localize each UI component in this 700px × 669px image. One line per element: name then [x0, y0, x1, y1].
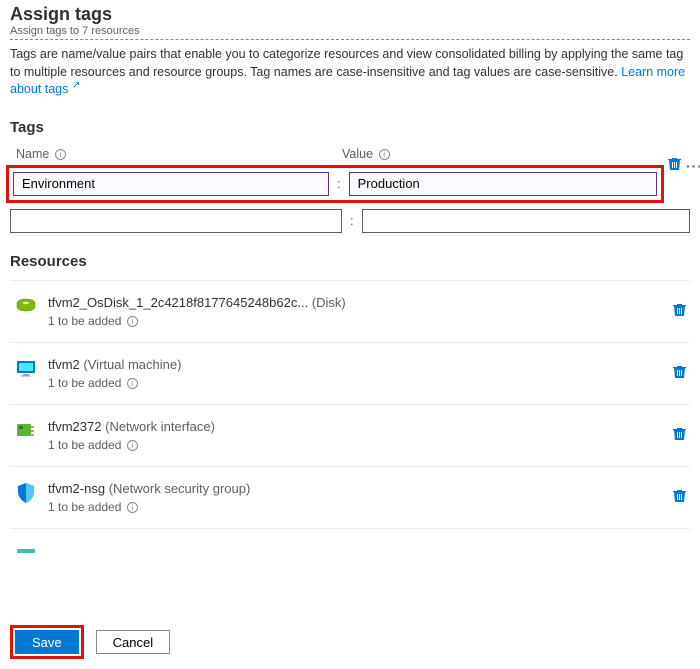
trash-icon[interactable]	[666, 157, 682, 174]
resource-name: tfvm2372	[48, 419, 101, 434]
info-icon[interactable]: i	[127, 316, 138, 327]
resource-name: tfvm2-nsg	[48, 481, 105, 496]
shield-icon	[16, 483, 36, 503]
resource-icon	[16, 541, 36, 553]
tag-value-input[interactable]	[362, 209, 690, 233]
tag-name-input[interactable]	[10, 209, 342, 233]
footer-actions: Save Cancel	[10, 625, 170, 659]
info-icon[interactable]: i	[55, 149, 66, 160]
separator: :	[335, 176, 343, 191]
disk-icon	[16, 297, 36, 317]
description: Tags are name/value pairs that enable yo…	[10, 46, 690, 99]
name-column-label: Name	[16, 147, 49, 161]
page-subtitle: Assign tags to 7 resources	[10, 25, 690, 40]
value-column-label: Value	[342, 147, 373, 161]
resource-item: tfvm2-nsg (Network security group) 1 to …	[10, 466, 690, 528]
resource-status: 1 to be added	[48, 438, 121, 452]
save-button[interactable]: Save	[15, 630, 79, 654]
resource-item: tfvm2_OsDisk_1_2c4218f8177645248b62c... …	[10, 280, 690, 342]
external-link-icon: ↗	[72, 80, 80, 91]
trash-icon[interactable]	[673, 427, 690, 444]
save-highlight: Save	[10, 625, 84, 659]
resource-status: 1 to be added	[48, 376, 121, 390]
info-icon[interactable]: i	[127, 502, 138, 513]
resources-list: tfvm2_OsDisk_1_2c4218f8177645248b62c... …	[10, 280, 690, 553]
assign-tags-panel: Assign tags Assign tags to 7 resources T…	[0, 0, 700, 553]
info-icon[interactable]: i	[127, 440, 138, 451]
resource-item: tfvm2 (Virtual machine) 1 to be added i	[10, 342, 690, 404]
tag-row-empty: :	[10, 209, 690, 233]
trash-icon[interactable]	[673, 365, 690, 382]
more-icon[interactable]: ···	[686, 158, 700, 174]
info-icon[interactable]: i	[379, 149, 390, 160]
cancel-button[interactable]: Cancel	[96, 630, 170, 654]
resource-status: 1 to be added	[48, 500, 121, 514]
resources-section-heading: Resources	[10, 253, 690, 270]
description-text: Tags are name/value pairs that enable yo…	[10, 47, 683, 79]
nic-icon	[16, 421, 36, 441]
page-title: Assign tags	[10, 4, 690, 25]
resource-type: (Network interface)	[105, 419, 215, 434]
tag-row-filled: :	[6, 165, 664, 203]
tag-column-headers: Name i Value i	[10, 146, 690, 161]
resource-type: (Virtual machine)	[83, 357, 181, 372]
resource-item: tfvm2372 (Network interface) 1 to be add…	[10, 404, 690, 466]
tags-section-heading: Tags	[10, 119, 690, 136]
trash-icon[interactable]	[673, 489, 690, 506]
separator: :	[348, 213, 356, 228]
tag-row-actions: ···	[666, 157, 700, 174]
vm-icon	[16, 359, 36, 379]
resource-item-cutoff	[10, 528, 690, 553]
resource-type: (Network security group)	[109, 481, 251, 496]
resource-name: tfvm2_OsDisk_1_2c4218f8177645248b62c...	[48, 295, 308, 310]
tag-value-input[interactable]	[349, 172, 657, 196]
resource-name: tfvm2	[48, 357, 80, 372]
trash-icon[interactable]	[673, 303, 690, 320]
info-icon[interactable]: i	[127, 378, 138, 389]
tag-name-input[interactable]	[13, 172, 329, 196]
resource-status: 1 to be added	[48, 314, 121, 328]
resource-type: (Disk)	[312, 295, 346, 310]
